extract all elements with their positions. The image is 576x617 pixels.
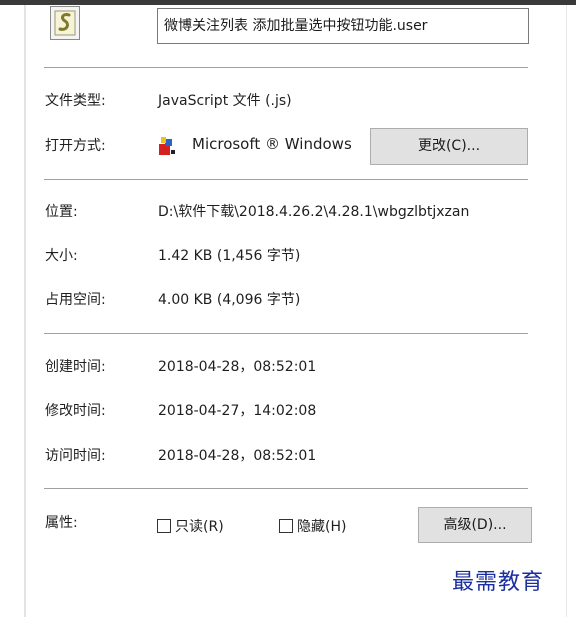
separator [44, 333, 528, 334]
attributes-label: 属性: [45, 515, 78, 531]
advanced-button[interactable]: 高级(D)... [418, 507, 532, 543]
created-value: 2018-04-28，08:52:01 [158, 359, 317, 375]
readonly-checkbox-label: 只读(R) [175, 519, 224, 535]
hidden-checkbox[interactable]: 隐藏(H) [279, 516, 346, 536]
size-value: 1.42 KB (1,456 字节) [158, 248, 301, 264]
watermark-text: 最需教育 [452, 570, 545, 595]
accessed-label: 访问时间: [45, 448, 106, 464]
windows-script-host-icon [158, 135, 180, 157]
modified-label: 修改时间: [45, 403, 106, 419]
modified-value: 2018-04-27，14:02:08 [158, 403, 317, 419]
location-label: 位置: [45, 204, 78, 220]
disk-size-value: 4.00 KB (4,096 字节) [158, 292, 301, 308]
created-label: 创建时间: [45, 359, 106, 375]
disk-size-label: 占用空间: [45, 292, 106, 308]
hidden-checkbox-box[interactable] [279, 519, 293, 533]
hidden-checkbox-label: 隐藏(H) [297, 519, 347, 535]
script-file-icon [50, 6, 80, 40]
readonly-checkbox-box[interactable] [157, 519, 171, 533]
location-value: D:\软件下载\2018.4.26.2\4.28.1\wbgzlbtjxzan [158, 204, 470, 220]
separator [44, 488, 528, 489]
change-button[interactable]: 更改(C)... [370, 128, 528, 165]
window-top-border [0, 0, 576, 5]
dialog-right-edge [566, 5, 567, 617]
readonly-checkbox[interactable]: 只读(R) [157, 516, 224, 536]
opens-with-value: Microsoft ® Windows [192, 135, 352, 153]
file-name-field[interactable]: 微博关注列表 添加批量选中按钮功能.user [157, 8, 529, 44]
file-type-label: 文件类型: [45, 93, 106, 109]
separator [44, 179, 528, 180]
size-label: 大小: [45, 248, 78, 264]
separator [44, 67, 528, 68]
dialog-left-edge [24, 5, 26, 617]
opens-with-label: 打开方式: [45, 138, 106, 154]
accessed-value: 2018-04-28，08:52:01 [158, 448, 317, 464]
file-type-value: JavaScript 文件 (.js) [158, 93, 292, 109]
